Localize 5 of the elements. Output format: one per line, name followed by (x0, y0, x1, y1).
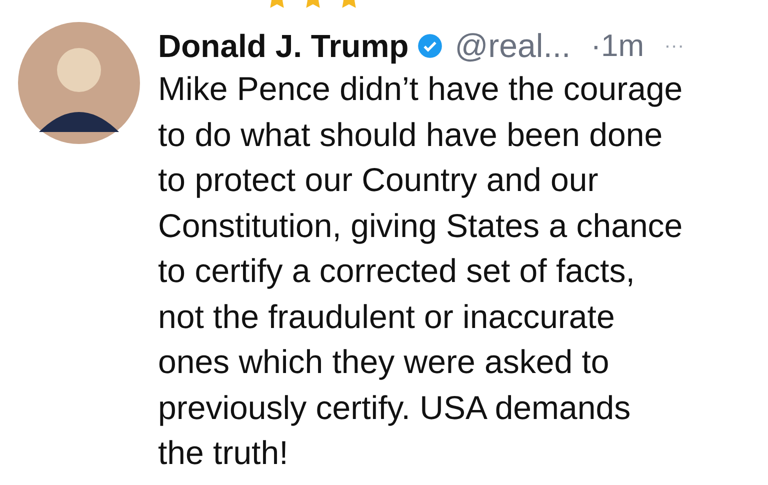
handle: @real... (454, 26, 571, 66)
timestamp: ·1m (590, 26, 644, 65)
tweet-text: Mike Pence didn’t have the courage to do what should have been done to protect our Country and our Constitution, giving States a chance to certify a corrected set of facts, not the fraudulent or inaccurate ones which they were asked to previously certify. USA demands the truth! (158, 69, 684, 473)
avatar[interactable] (18, 22, 140, 144)
author-name[interactable]: Donald J. Trump (158, 22, 409, 70)
